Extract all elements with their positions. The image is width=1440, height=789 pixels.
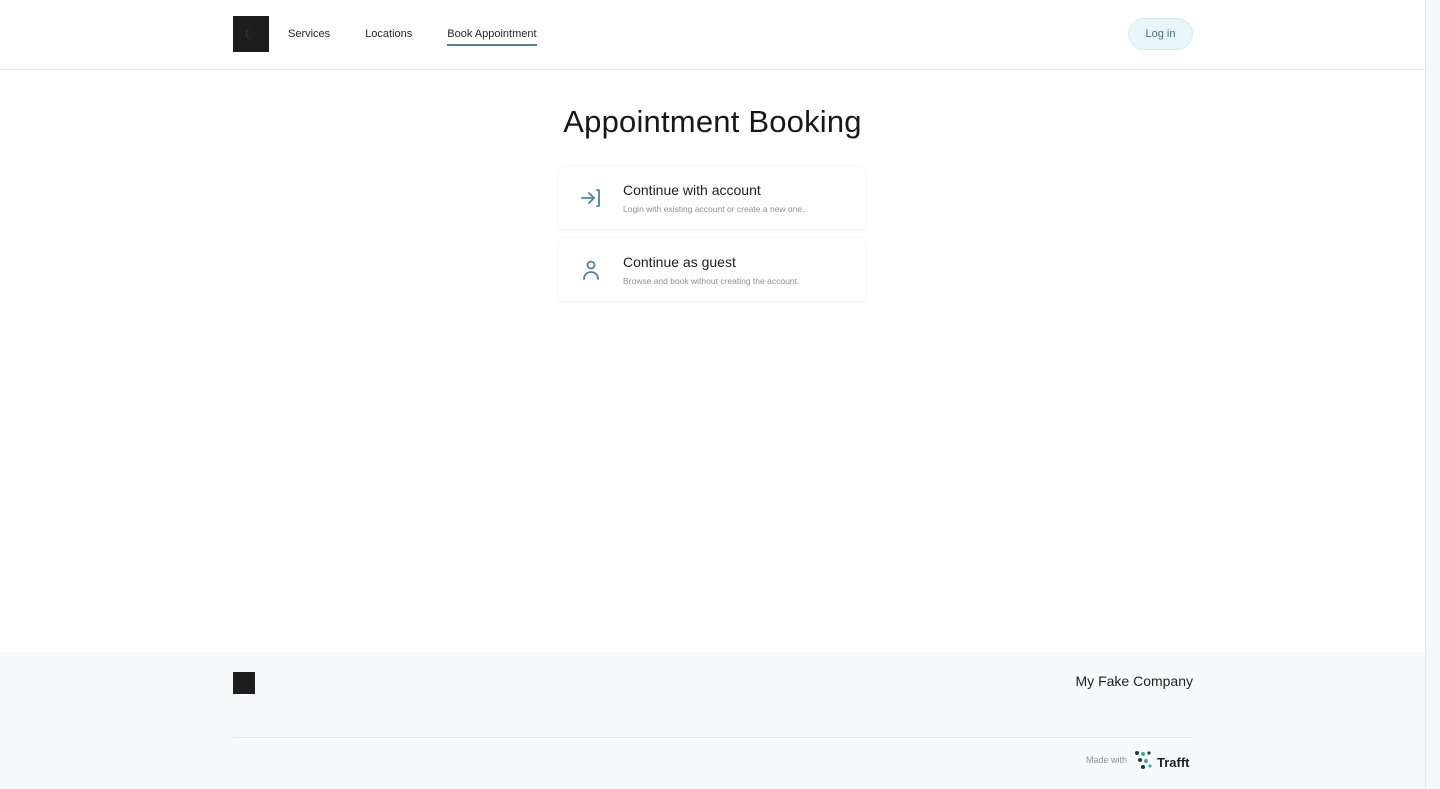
main-nav: Services Locations Book Appointment	[288, 26, 537, 46]
trafft-brand-text: Trafft	[1157, 755, 1190, 770]
login-arrow-icon	[579, 186, 603, 210]
made-with-label: Made with	[1086, 755, 1128, 765]
trafft-link[interactable]: Trafft	[1134, 750, 1190, 775]
option-title: Continue with account	[623, 182, 761, 198]
trafft-logo-icon	[1134, 750, 1154, 775]
option-subtitle: Browse and book without creating the acc…	[623, 276, 800, 286]
option-title: Continue as guest	[623, 254, 736, 270]
page-title: Appointment Booking	[563, 104, 862, 139]
company-logo[interactable]	[233, 16, 269, 52]
site-header: Services Locations Book Appointment Log …	[0, 0, 1425, 70]
company-name: My Fake Company	[1075, 673, 1193, 689]
footer-logo[interactable]	[233, 672, 255, 694]
continue-as-guest-option[interactable]: Continue as guest Browse and book withou…	[559, 239, 865, 301]
continue-with-account-option[interactable]: Continue with account Login with existin…	[559, 167, 865, 229]
page-scrollbar[interactable]	[1425, 0, 1440, 789]
option-subtitle: Login with existing account or create a …	[623, 204, 805, 214]
page: Services Locations Book Appointment Log …	[0, 0, 1425, 789]
nav-locations[interactable]: Locations	[365, 26, 412, 46]
nav-services[interactable]: Services	[288, 26, 330, 46]
login-button[interactable]: Log in	[1128, 18, 1193, 50]
site-footer: My Fake Company Made with Trafft	[0, 652, 1425, 789]
user-icon	[579, 258, 603, 282]
nav-book-appointment[interactable]: Book Appointment	[447, 26, 537, 46]
footer-divider	[233, 737, 1193, 738]
